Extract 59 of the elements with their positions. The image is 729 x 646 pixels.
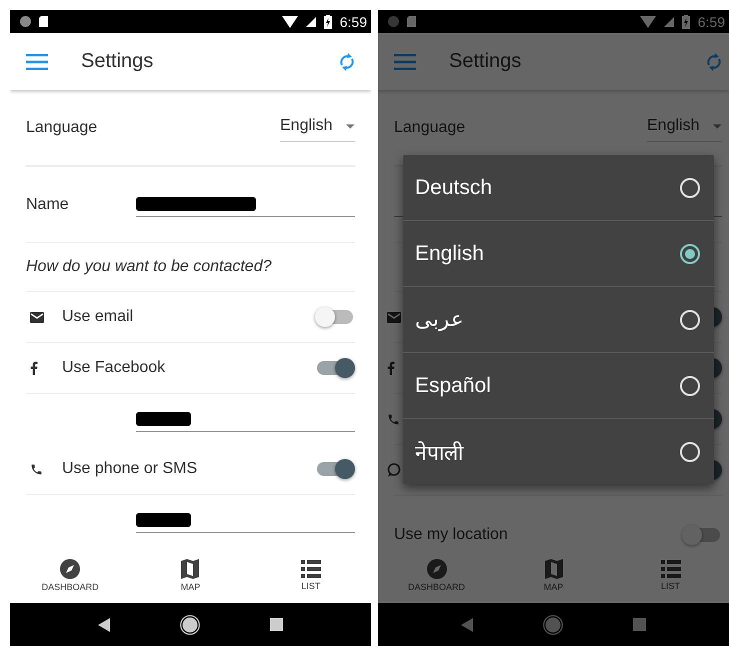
radio-button[interactable] [680,442,700,462]
map-icon [544,559,562,579]
refresh-icon[interactable] [339,52,355,70]
signal-icon [664,16,674,26]
nav-tab[interactable]: DASHBOARD [10,548,130,603]
sd-card-icon [407,16,416,27]
home-icon[interactable] [180,614,200,634]
toggle-switch[interactable] [317,361,353,375]
envelope-icon [387,312,401,322]
facebook-icon [387,361,395,375]
setting-label: Name [26,196,70,214]
nav-tab[interactable]: LIST [250,548,371,603]
notification-dot-icon [20,16,31,27]
wifi-icon [640,16,656,28]
compass-icon [60,559,80,579]
list-icon [300,560,321,578]
section-heading: How do you want to be contacted? [26,258,272,276]
map-icon [181,559,200,579]
language-option[interactable]: Español [403,353,714,419]
setting-label: Use email [62,308,134,326]
radio-button[interactable] [680,376,700,396]
notification-dot-icon [388,16,399,27]
chat-bubble-icon [387,463,401,477]
compass-icon [426,559,446,579]
clock-time: 6:59 [340,14,367,30]
phone-icon [30,462,43,476]
envelope-icon [30,312,44,322]
back-icon[interactable] [98,618,110,632]
facebook-icon [30,361,38,375]
language-option[interactable]: English [403,221,714,287]
battery-icon [682,14,690,28]
dropdown-arrow-icon [346,124,355,128]
menu-icon[interactable] [26,54,48,70]
radio-button[interactable] [680,244,700,264]
radio-button[interactable] [680,310,700,330]
language-dropdown[interactable]: English [280,113,355,142]
setting-label: Language [26,118,98,136]
toggle-switch[interactable] [317,462,353,476]
setting-label: Use Facebook [62,359,166,377]
toggle-switch[interactable] [684,528,720,542]
list-icon [660,560,680,578]
setting-label: Use my location [394,526,509,544]
app-title: Settings [449,50,522,73]
clock-time: 6:59 [698,14,725,30]
sd-card-icon [39,16,48,27]
language-option[interactable]: Deutsch [403,155,714,221]
battery-icon [324,14,332,28]
language-option[interactable]: عربى [403,287,714,353]
nav-tab[interactable]: MAP [130,548,251,603]
toggle-switch[interactable] [317,310,353,324]
language-option[interactable]: नेपाली [403,419,714,484]
dropdown-arrow-icon [713,124,722,128]
wifi-icon [282,16,298,28]
setting-label: Language [394,118,466,136]
app-title: Settings [81,50,154,73]
phone-icon [387,412,400,426]
signal-icon [306,16,316,26]
radio-button[interactable] [680,178,700,198]
setting-label: Use phone or SMS [62,460,198,478]
